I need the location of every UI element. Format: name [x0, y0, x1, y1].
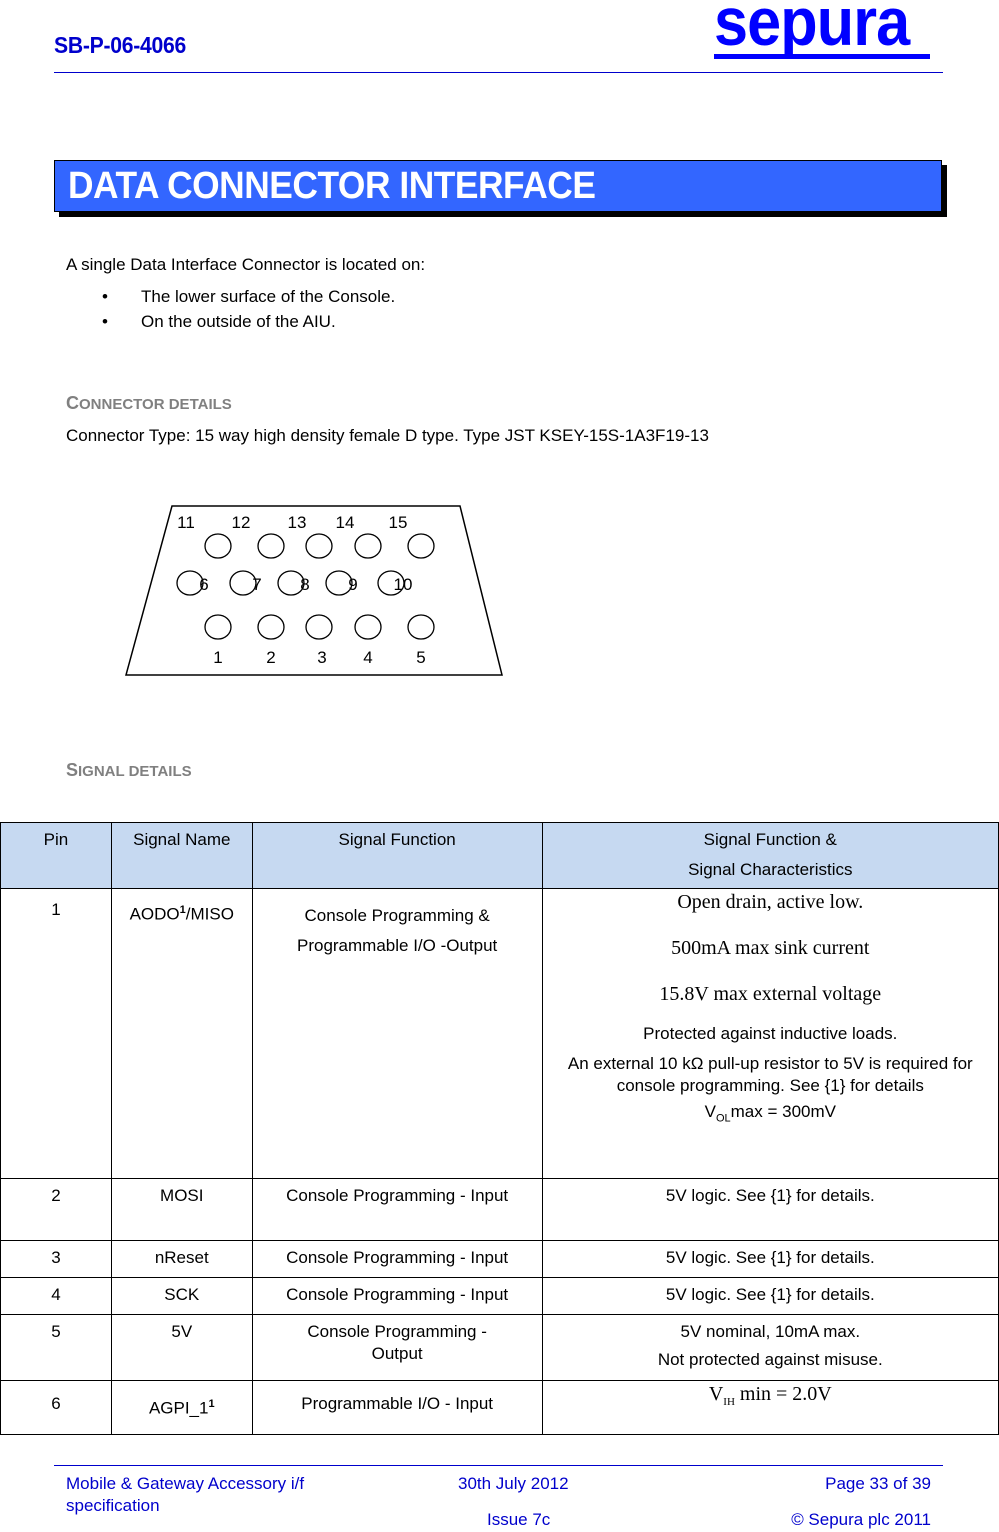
- table-row: 5 5V Console Programming - Output 5V nom…: [0, 1314, 999, 1381]
- pin-1-socket: [204, 614, 232, 640]
- pin-14-socket: [354, 533, 382, 559]
- cell-pin: 3: [0, 1240, 112, 1278]
- pin-4-label: 4: [363, 648, 372, 667]
- cell-signal-name: AGPI_11: [110, 1380, 253, 1435]
- cell-signal-name: SCK: [110, 1277, 253, 1315]
- footer-doc-title-line: Mobile & Gateway Accessory i/f: [66, 1474, 305, 1493]
- vih-sub: IH: [723, 1396, 735, 1408]
- signal-details-heading: SIGNAL DETAILS: [66, 760, 192, 781]
- column-header-signal-name: Signal Name: [110, 822, 253, 889]
- signal-table: Pin Signal Name Signal Function Signal F…: [0, 822, 999, 1435]
- pin-4-socket: [354, 614, 382, 640]
- char-line: 15.8V max external voltage: [659, 983, 882, 1005]
- char-line: Protected against inductive loads.: [643, 1024, 898, 1043]
- cell-signal-function: Console Programming - Input: [251, 1277, 543, 1315]
- table-header-row: Pin Signal Name Signal Function Signal F…: [0, 822, 999, 889]
- cell-pin: 6: [0, 1380, 112, 1435]
- table-row: 2 MOSI Console Programming - Input 5V lo…: [0, 1178, 999, 1241]
- cell-signal-name: MOSI: [110, 1178, 253, 1241]
- cell-signal-characteristics: 5V logic. See {1} for details.: [541, 1240, 999, 1278]
- char-line: Open drain, active low.: [677, 891, 864, 913]
- column-header-signal-function: Signal Function: [251, 822, 543, 889]
- column-header-signal-characteristics: Signal Function & Signal Characteristics: [541, 822, 999, 889]
- cell-signal-name: 5V: [110, 1314, 253, 1381]
- char-line: An external 10 kΩ pull-up resistor to 5V…: [567, 1054, 973, 1095]
- cell-signal-name: AODO1/MISO: [110, 888, 253, 1179]
- cell-signal-name: nReset: [110, 1240, 253, 1278]
- cell-signal-function: Console Programming - Input: [251, 1178, 543, 1241]
- pin-9-label: 9: [348, 575, 357, 594]
- pin-3-label: 3: [317, 648, 326, 667]
- header-line: Signal Function &: [703, 830, 837, 849]
- pin-2-socket: [257, 614, 285, 640]
- vih-suffix: min = 2.0V: [734, 1383, 832, 1405]
- char-line: 5V nominal, 10mA max.: [680, 1322, 861, 1341]
- cell-pin: 2: [0, 1178, 112, 1241]
- header-line: Signal Characteristics: [688, 860, 853, 879]
- footer-doc-title-line: specification: [66, 1496, 160, 1515]
- pin-5-label: 5: [416, 648, 425, 667]
- footer-divider: [54, 1465, 943, 1466]
- footer-date: 30th July 2012: [458, 1474, 569, 1493]
- pin-5-socket: [407, 614, 435, 640]
- pin-11-socket: [204, 533, 232, 559]
- pin-15-label: 15: [389, 513, 408, 532]
- cell-pin: 1: [0, 888, 112, 1179]
- pin-13-socket: [305, 533, 333, 559]
- table-row: 1 AODO1/MISO Console Programming & Progr…: [0, 888, 999, 1179]
- signal-name: AODO: [129, 904, 180, 924]
- char-line: VOLmax = 300mV: [546, 1101, 995, 1129]
- cell-pin: 4: [0, 1277, 112, 1315]
- pin-2-label: 2: [266, 648, 275, 667]
- pin-3-socket: [305, 614, 333, 640]
- cell-signal-characteristics: VIH min = 2.0V: [541, 1380, 999, 1435]
- cell-signal-characteristics: Open drain, active low. 500mA max sink c…: [541, 888, 999, 1179]
- pin-14-label: 14: [336, 513, 355, 532]
- column-header-pin: Pin: [0, 822, 112, 889]
- table-row: 6 AGPI_11 Programmable I/O - Input VIH m…: [0, 1380, 999, 1435]
- footer-doc-title: Mobile & Gateway Accessory i/f specifica…: [66, 1473, 304, 1517]
- pin-12-socket: [257, 533, 285, 559]
- cell-signal-function: Programmable I/O - Input: [251, 1380, 543, 1435]
- cell-pin: 5: [0, 1314, 112, 1381]
- pin-7-label: 7: [252, 575, 261, 594]
- footnote-ref: 1: [208, 1398, 215, 1410]
- pin-8-label: 8: [300, 575, 309, 594]
- signal-name-suffix: /MISO: [185, 904, 234, 924]
- cell-signal-characteristics: 5V logic. See {1} for details.: [541, 1178, 999, 1241]
- pin-13-label: 13: [288, 513, 307, 532]
- cell-signal-function: Console Programming & Programmable I/O -…: [251, 888, 543, 1179]
- pin-1-label: 1: [213, 648, 222, 667]
- pin-11-label: 11: [177, 513, 195, 532]
- heading-cap: S: [66, 760, 79, 780]
- vol-suffix: max = 300mV: [730, 1102, 836, 1121]
- footer-page-number: Page 33 of 39: [825, 1474, 931, 1493]
- pin-6-label: 6: [199, 575, 208, 594]
- vol-prefix: V: [704, 1102, 716, 1121]
- pin-12-label: 12: [232, 513, 251, 532]
- vih-prefix: V: [708, 1383, 724, 1405]
- connector-pins: 11 12 13 14 156 7 8 9 101 2 3 4 5: [176, 513, 435, 667]
- footer-issue: Issue 7c: [487, 1510, 551, 1529]
- footer-copyright: © Sepura plc 2011: [791, 1510, 931, 1529]
- cell-signal-function: Console Programming - Input: [251, 1240, 543, 1278]
- cell-signal-characteristics: 5V logic. See {1} for details.: [541, 1277, 999, 1315]
- pin-10-label: 10: [394, 575, 413, 594]
- cell-signal-function: Console Programming - Output: [251, 1314, 543, 1381]
- char-line: Not protected against misuse.: [657, 1350, 883, 1369]
- pin-15-socket: [407, 533, 435, 559]
- vol-sub: OL: [715, 1112, 731, 1125]
- connector-diagram: 11 12 13 14 156 7 8 9 101 2 3 4 5: [125, 505, 503, 676]
- table-row: 4 SCK Console Programming - Input 5V log…: [0, 1277, 999, 1315]
- cell-signal-characteristics: 5V nominal, 10mA max. Not protected agai…: [541, 1314, 999, 1381]
- char-line: 500mA max sink current: [671, 937, 870, 959]
- heading-rest: IGNAL DETAILS: [78, 763, 192, 780]
- signal-name: AGPI_1: [148, 1398, 209, 1418]
- table-row: 3 nReset Console Programming - Input 5V …: [0, 1240, 999, 1278]
